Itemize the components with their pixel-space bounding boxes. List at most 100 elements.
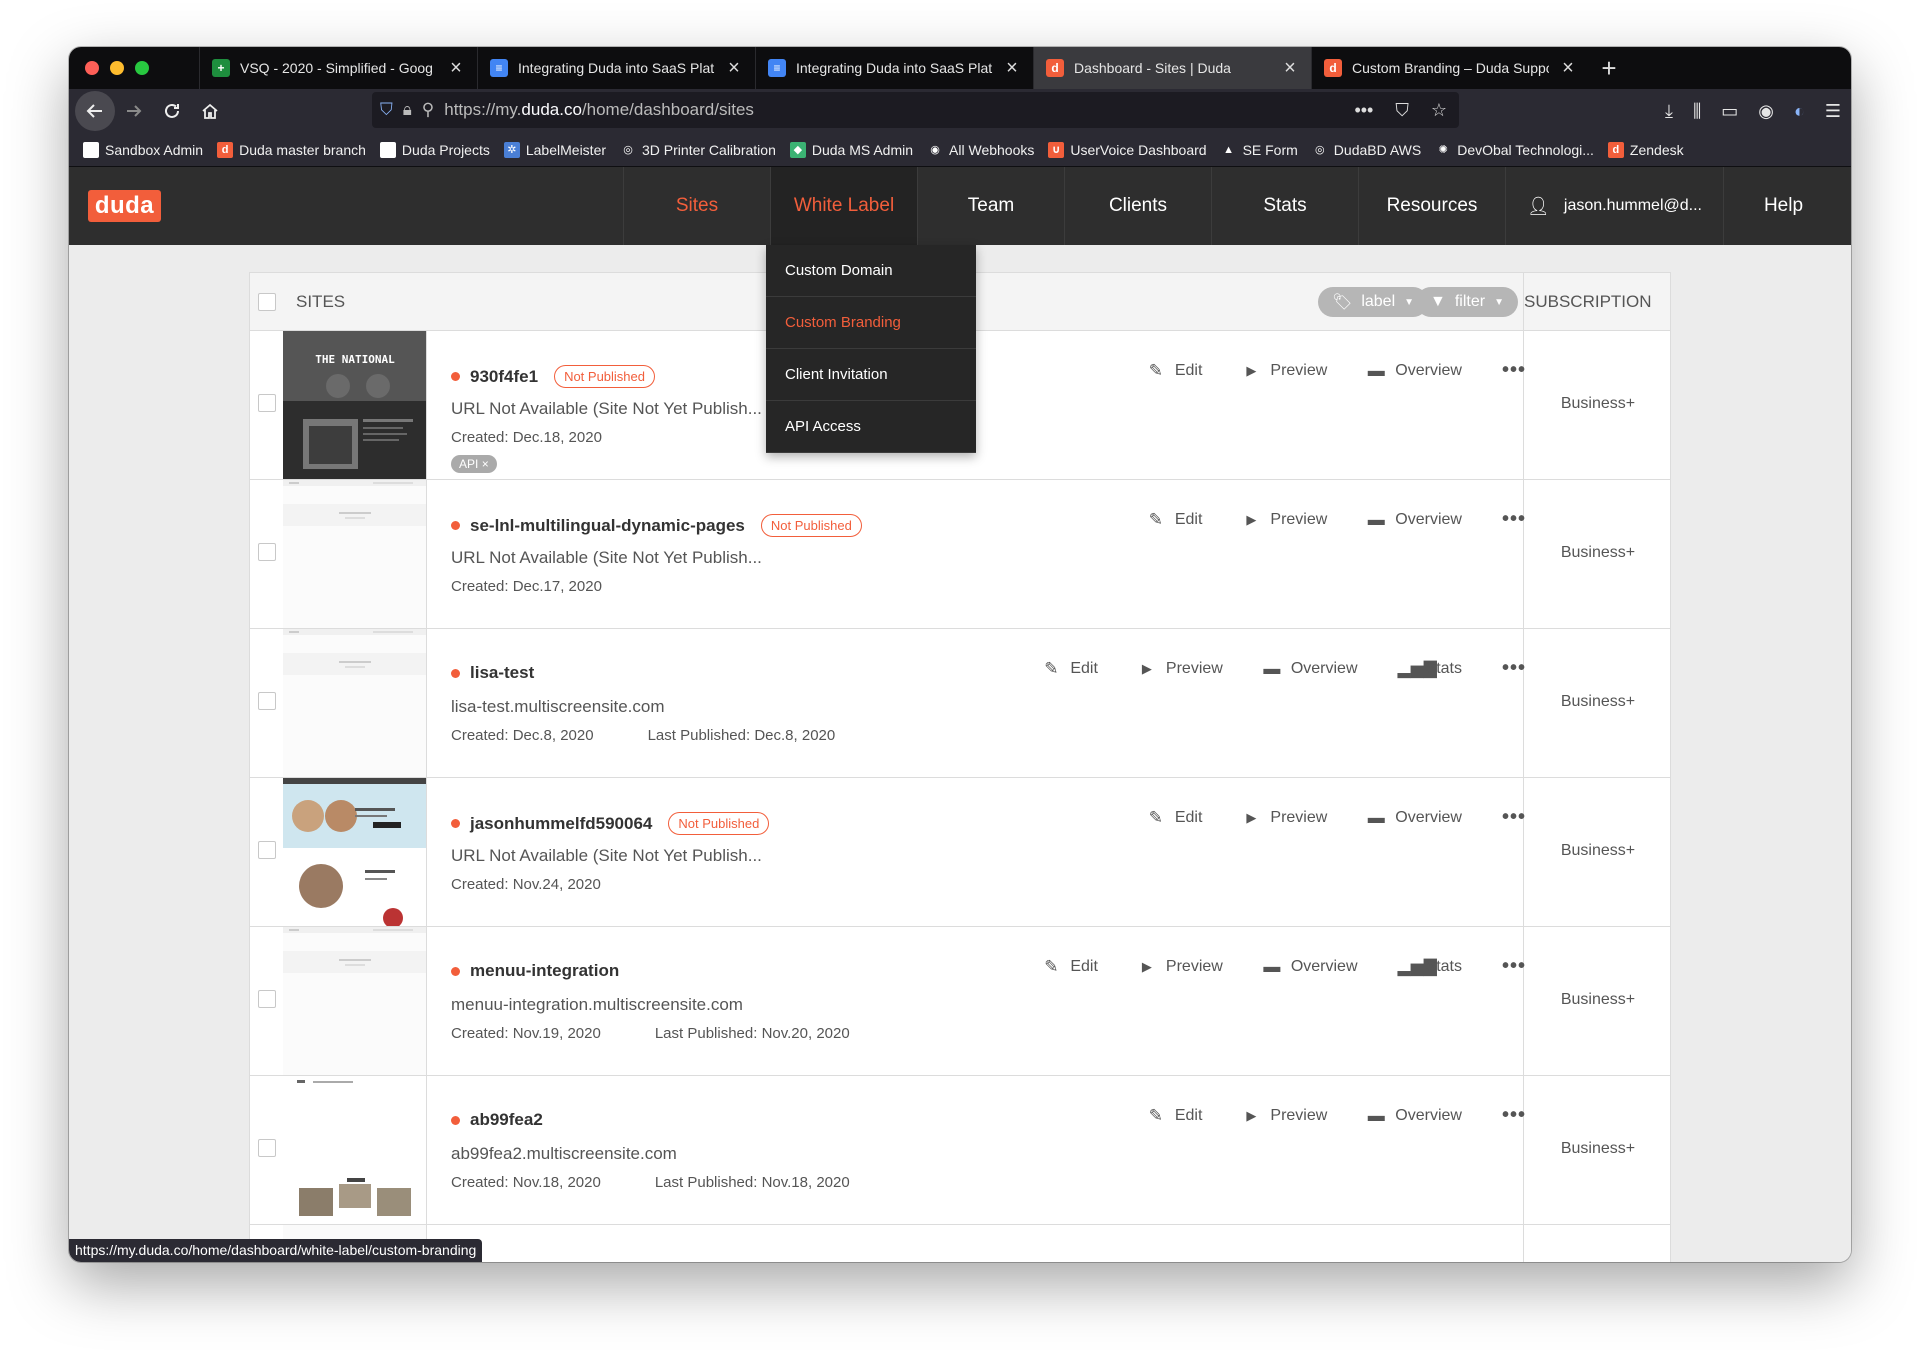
close-tab-icon[interactable]: × — [1559, 57, 1577, 80]
more-options-icon[interactable]: ••• — [1482, 1104, 1526, 1127]
browser-tab[interactable]: ≡ Integrating Duda into SaaS Plat × — [755, 47, 1033, 89]
minimize-window-button[interactable] — [110, 61, 124, 75]
back-button[interactable] — [75, 91, 115, 131]
edit-button[interactable]: ✎ Edit — [1127, 806, 1223, 829]
close-tab-icon[interactable]: × — [725, 57, 743, 80]
overview-button[interactable]: ▬ Overview — [1243, 955, 1378, 978]
permissions-icon[interactable]: ⚲ — [422, 100, 434, 120]
site-name[interactable]: jasonhummelfd590064 Not Published — [451, 812, 770, 835]
bookmark-item[interactable]: Sandbox Admin — [83, 141, 203, 158]
label-filter-button[interactable]: 🏷︎ label ▼ — [1318, 287, 1429, 317]
zoom-window-button[interactable] — [135, 61, 149, 75]
bookmark-star-icon[interactable]: ☆ — [1431, 100, 1447, 121]
more-options-icon[interactable]: ••• — [1482, 359, 1526, 382]
site-tag[interactable]: API × — [451, 455, 497, 473]
site-thumbnail[interactable]: THE NATIONAL — [283, 331, 427, 479]
bookmark-item[interactable]: ◉ All Webhooks — [927, 141, 1034, 158]
site-name[interactable]: lisa-test — [451, 663, 534, 683]
preview-button[interactable]: ▶ Preview — [1222, 806, 1347, 829]
bookmark-item[interactable]: ✲ LabelMeister — [503, 141, 606, 158]
site-thumbnail[interactable] — [283, 1076, 427, 1224]
more-options-icon[interactable]: ••• — [1482, 806, 1526, 829]
menu-item-sites[interactable]: Sites — [623, 167, 770, 245]
hamburger-menu-icon[interactable]: ☰ — [1825, 101, 1841, 122]
dropdown-item-custom-domain[interactable]: Custom Domain — [766, 245, 976, 297]
bookmark-item[interactable]: ∪ UserVoice Dashboard — [1048, 141, 1207, 158]
overview-button[interactable]: ▬ Overview — [1347, 1104, 1482, 1127]
site-name[interactable]: ab99fea2 — [451, 1110, 543, 1130]
site-thumbnail[interactable] — [283, 480, 427, 628]
menu-item-team[interactable]: Team — [917, 167, 1064, 245]
site-row[interactable]: ab99fea2 ab99fea2.multiscreensite.com Cr… — [250, 1076, 1670, 1225]
new-tab-button[interactable]: + — [1589, 47, 1629, 89]
lock-icon[interactable]: 🔒︎ — [403, 100, 412, 120]
menu-item-jason-hummel-d[interactable]: 👤︎ jason.hummel@d... — [1505, 167, 1723, 245]
overview-button[interactable]: ▬ Overview — [1347, 359, 1482, 382]
forward-button[interactable] — [115, 92, 153, 130]
bookmark-item[interactable]: d Duda master branch — [217, 141, 366, 158]
home-button[interactable] — [191, 92, 229, 130]
site-thumbnail[interactable] — [283, 778, 427, 926]
bookmark-item[interactable]: ◎ DudaBD AWS — [1311, 141, 1421, 158]
edit-button[interactable]: ✎ Edit — [1022, 657, 1118, 680]
url-text[interactable]: https://my.duda.co/home/dashboard/sites — [444, 100, 754, 120]
menu-item-stats[interactable]: Stats — [1211, 167, 1358, 245]
browser-tab[interactable]: d Dashboard - Sites | Duda × — [1033, 47, 1311, 89]
filter-button[interactable]: ▼ filter ▼ — [1416, 287, 1518, 317]
stats-button[interactable]: ▂▅▇ Stats — [1378, 657, 1482, 680]
preview-button[interactable]: ▶ Preview — [1222, 1104, 1347, 1127]
bookmark-item[interactable]: ▲ SE Form — [1220, 141, 1298, 158]
site-row[interactable]: lisa-test lisa-test.multiscreensite.com … — [250, 629, 1670, 778]
site-thumbnail[interactable] — [283, 629, 427, 777]
site-name[interactable]: 930f4fe1 Not Published — [451, 365, 656, 388]
overview-button[interactable]: ▬ Overview — [1347, 806, 1482, 829]
overview-button[interactable]: ▬ Overview — [1347, 508, 1482, 531]
bookmark-item[interactable]: d Zendesk — [1607, 141, 1684, 158]
dropdown-item-custom-branding[interactable]: Custom Branding — [766, 297, 976, 349]
browser-tab[interactable]: ≡ Integrating Duda into SaaS Plat × — [477, 47, 755, 89]
bookmark-item[interactable]: ✺ DevObal Technologi... — [1435, 141, 1594, 158]
close-tab-icon[interactable]: × — [1281, 57, 1299, 80]
site-checkbox[interactable] — [258, 841, 276, 859]
preview-button[interactable]: ▶ Preview — [1118, 955, 1243, 978]
menu-item-resources[interactable]: Resources — [1358, 167, 1505, 245]
more-options-icon[interactable]: ••• — [1482, 508, 1526, 531]
dropdown-item-api-access[interactable]: API Access — [766, 401, 976, 453]
sidebar-icon[interactable]: ▭ — [1721, 101, 1738, 122]
edit-button[interactable]: ✎ Edit — [1127, 508, 1223, 531]
site-checkbox[interactable] — [258, 394, 276, 412]
site-checkbox[interactable] — [258, 1139, 276, 1157]
menu-item-clients[interactable]: Clients — [1064, 167, 1211, 245]
page-actions-icon[interactable]: ••• — [1354, 100, 1373, 121]
remove-tag-icon[interactable]: × — [482, 457, 489, 471]
preview-button[interactable]: ▶ Preview — [1222, 359, 1347, 382]
extension-icon[interactable]: ◐ — [1794, 101, 1805, 122]
more-options-icon[interactable]: ••• — [1482, 955, 1526, 978]
more-options-icon[interactable]: ••• — [1482, 657, 1526, 680]
site-row[interactable]: se-lnl-multilingual-dynamic-pages Not Pu… — [250, 480, 1670, 629]
library-icon[interactable]: ⫼ — [1693, 101, 1701, 122]
stats-button[interactable]: ▂▅▇ Stats — [1378, 955, 1482, 978]
site-checkbox[interactable] — [258, 543, 276, 561]
preview-button[interactable]: ▶ Preview — [1118, 657, 1243, 680]
site-row[interactable]: jasonhummelfd590064 Not Published URL No… — [250, 778, 1670, 927]
site-row[interactable]: menuu-integration menuu-integration.mult… — [250, 927, 1670, 1076]
edit-button[interactable]: ✎ Edit — [1022, 955, 1118, 978]
edit-button[interactable]: ✎ Edit — [1127, 1104, 1223, 1127]
menu-item-white-label[interactable]: White Label — [770, 167, 917, 245]
dropdown-item-client-invitation[interactable]: Client Invitation — [766, 349, 976, 401]
browser-tab[interactable]: + VSQ - 2020 - Simplified - Goog × — [199, 47, 477, 89]
duda-logo[interactable]: duda — [88, 190, 161, 222]
site-name[interactable]: se-lnl-multilingual-dynamic-pages Not Pu… — [451, 514, 862, 537]
close-tab-icon[interactable]: × — [1003, 57, 1021, 80]
edit-button[interactable]: ✎ Edit — [1127, 359, 1223, 382]
download-icon[interactable]: ⤓ — [1665, 101, 1673, 122]
site-checkbox[interactable] — [258, 692, 276, 710]
browser-tab[interactable]: d Custom Branding – Duda Suppo × — [1311, 47, 1589, 89]
reload-button[interactable] — [153, 92, 191, 130]
bookmark-item[interactable]: ◆ Duda MS Admin — [789, 141, 913, 158]
select-all-checkbox[interactable] — [258, 293, 276, 311]
pocket-icon[interactable]: ⛉ — [1395, 100, 1409, 121]
bookmark-item[interactable]: Duda Projects — [379, 141, 490, 158]
preview-button[interactable]: ▶ Preview — [1222, 508, 1347, 531]
